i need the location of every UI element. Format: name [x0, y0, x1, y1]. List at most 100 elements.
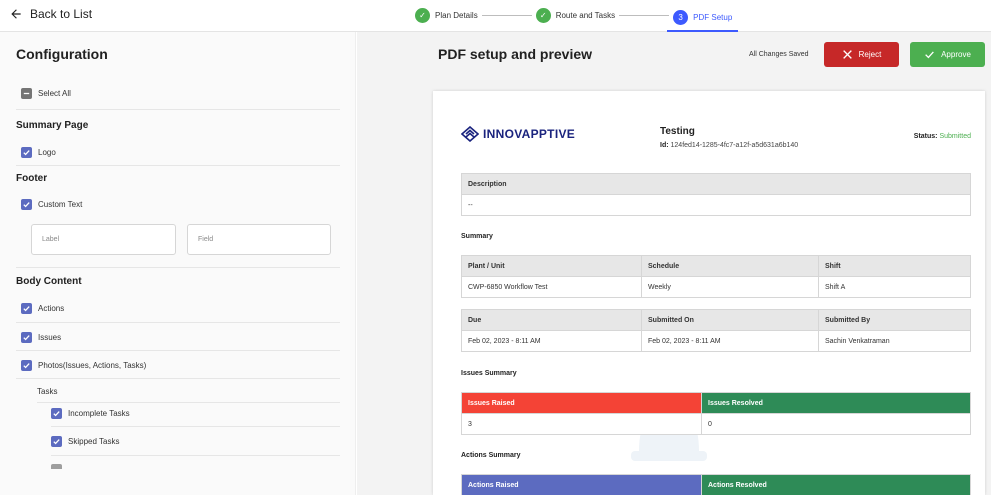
table-header: Actions Raised: [462, 475, 701, 495]
step-route-and-tasks[interactable]: ✓ Route and Tasks: [535, 5, 616, 25]
table-cell: Feb 02, 2023 - 8:11 AM: [641, 331, 818, 351]
custom-text-label: Custom Text: [38, 200, 83, 209]
top-bar: Back to List ✓ Plan Details ✓ Route and …: [0, 0, 991, 32]
table-header: Actions Resolved: [701, 475, 970, 495]
issues-checkbox[interactable]: Issues: [21, 332, 61, 343]
step-number: 3: [673, 10, 689, 25]
actions-summary-table: Actions Raised Actions Resolved: [461, 474, 971, 495]
indeterminate-icon: [21, 88, 32, 99]
actions-label: Actions: [38, 304, 65, 313]
submission-table: Due Submitted On Submitted By Feb 02, 20…: [461, 309, 971, 352]
tasks-label: Tasks: [37, 387, 58, 396]
back-label: Back to List: [30, 7, 93, 21]
photos-label: Photos(Issues, Actions, Tasks): [38, 361, 147, 370]
close-icon: [842, 50, 852, 59]
divider: [16, 350, 340, 351]
skipped-tasks-label: Skipped Tasks: [68, 437, 120, 446]
approve-button[interactable]: Approve: [910, 42, 985, 67]
back-to-list-link[interactable]: Back to List: [9, 7, 92, 21]
table-cell: --: [468, 201, 473, 209]
divider: [16, 165, 340, 166]
document-id: Id: 124fed14-1285-4fc7-a12f-a5d631a6b140: [660, 142, 798, 149]
check-icon: [925, 51, 934, 59]
preview-panel: PDF setup and preview All Changes Saved …: [357, 32, 991, 495]
actions-summary-heading: Actions Summary: [461, 452, 521, 459]
table-header: Due: [468, 316, 482, 324]
pdf-setup-title: PDF setup and preview: [438, 46, 593, 62]
divider: [37, 402, 340, 403]
check-icon: [21, 147, 32, 158]
incomplete-tasks-checkbox[interactable]: Incomplete Tasks: [51, 408, 130, 419]
custom-text-checkbox[interactable]: Custom Text: [21, 199, 82, 210]
actions-checkbox[interactable]: Actions: [21, 303, 64, 314]
footer-field-input[interactable]: Field: [187, 224, 331, 255]
photos-checkbox[interactable]: Photos(Issues, Actions, Tasks): [21, 360, 146, 371]
table-header: Plant / Unit: [468, 262, 505, 270]
summary-table: Plant / Unit Schedule Shift CWP-6850 Wor…: [461, 255, 971, 298]
approve-label: Approve: [941, 50, 971, 59]
status-badge: Status: Submitted: [914, 133, 971, 140]
summary-page-heading: Summary Page: [16, 120, 89, 131]
select-all-checkbox[interactable]: Select All: [21, 88, 71, 99]
divider: [16, 378, 340, 379]
table-header: Submitted On: [641, 310, 818, 330]
table-cell: 0: [701, 414, 970, 434]
check-icon: ✓: [535, 7, 551, 23]
status-label: Status:: [913, 133, 938, 140]
skipped-tasks-checkbox[interactable]: Skipped Tasks: [51, 436, 119, 447]
divider: [16, 322, 340, 323]
step-label: Route and Tasks: [555, 10, 616, 20]
check-icon: [21, 360, 32, 371]
table-cell: 3: [468, 420, 472, 428]
check-icon: [21, 303, 32, 314]
table-header: Issues Raised: [462, 393, 701, 413]
issues-summary-table: Issues Raised Issues Resolved 3 0: [461, 392, 971, 435]
pdf-preview: INNOVAPPTIVE Testing Id: 124fed14-1285-4…: [433, 91, 985, 495]
document-name: Testing: [660, 126, 695, 137]
table-header: Description: [468, 180, 507, 188]
table-cell: Weekly: [641, 277, 818, 297]
check-icon: ✓: [415, 7, 430, 23]
logo-checkbox[interactable]: Logo: [21, 147, 56, 158]
table-cell: Shift A: [818, 277, 970, 297]
table-header: Schedule: [641, 256, 818, 276]
check-icon: [51, 408, 62, 419]
id-value: 124fed14-1285-4fc7-a12f-a5d631a6b140: [670, 142, 799, 149]
description-table: Description --: [461, 173, 971, 216]
issues-label: Issues: [38, 333, 62, 342]
reject-button[interactable]: Reject: [824, 42, 899, 67]
configuration-panel: Configuration Select All Summary Page Lo…: [0, 32, 356, 495]
step-connector: [619, 15, 670, 16]
status-value: Submitted: [939, 133, 971, 140]
body-content-heading: Body Content: [16, 276, 82, 287]
divider: [51, 426, 340, 427]
check-icon: [21, 199, 32, 210]
table-cell: CWP-6850 Workflow Test: [468, 283, 548, 291]
partial-checkbox[interactable]: [51, 464, 62, 469]
check-icon: [21, 332, 32, 343]
table-header: Shift: [818, 256, 970, 276]
table-cell: Feb 02, 2023 - 8:11 AM: [468, 337, 541, 345]
table-header: Issues Resolved: [701, 393, 970, 413]
step-pdf-setup[interactable]: 3 PDF Setup: [667, 5, 739, 32]
table-header: Submitted By: [818, 310, 970, 330]
check-icon: [51, 436, 62, 447]
divider: [51, 455, 340, 456]
save-status: All Changes Saved: [749, 51, 809, 58]
logo-label: Logo: [38, 148, 56, 157]
company-logo: INNOVAPPTIVE: [461, 126, 575, 142]
id-label: Id:: [660, 142, 669, 149]
step-label: Plan Details: [435, 10, 478, 20]
logo-mark-icon: [461, 126, 479, 142]
step-label: PDF Setup: [693, 13, 733, 22]
stepper: ✓ Plan Details ✓ Route and Tasks 3 PDF S…: [415, 5, 739, 32]
select-all-label: Select All: [38, 89, 71, 98]
tasks-heading: Tasks: [37, 387, 57, 396]
checkbox-icon: [51, 464, 62, 469]
divider: [16, 109, 340, 110]
footer-label-input[interactable]: Label: [31, 224, 176, 255]
step-plan-details[interactable]: ✓ Plan Details: [415, 5, 478, 25]
logo-text: INNOVAPPTIVE: [483, 127, 576, 141]
configuration-title: Configuration: [16, 46, 108, 62]
table-cell: Sachin Venkatraman: [818, 331, 970, 351]
